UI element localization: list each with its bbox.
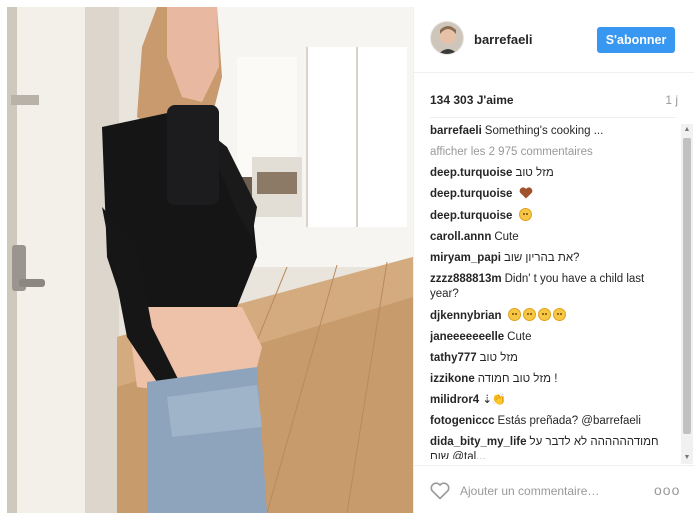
comment-user[interactable]: izzikone [430,373,475,385]
like-heart-icon[interactable] [430,482,450,500]
comment-text: Cute [507,331,532,343]
comments-list[interactable]: barrefaeli Something's cooking ... affich… [430,117,676,459]
comment-item: milidror4 ⇣👏 [430,393,676,408]
comment-user[interactable]: deep.turquoise [430,167,512,179]
comment-user[interactable]: djkennybrian [430,310,502,322]
comment-item: djkennybrian [430,308,676,324]
emoji-icon [522,308,536,321]
post-modal: barrefaeli S'abonner 134 303 J'aime 1 j … [0,0,700,520]
comment-user[interactable]: janeeeeeeelle [430,331,504,343]
follow-button[interactable]: S'abonner [597,27,675,53]
comment-user[interactable]: barrefaeli [430,125,482,137]
comment-user[interactable]: dida_bity_my_life [430,436,527,448]
comments-scrollbar[interactable]: ▲ ▼ [681,124,693,464]
scroll-thumb[interactable] [683,138,691,434]
comment-user[interactable]: tathy777 [430,352,477,364]
post-side-panel: barrefaeli S'abonner 134 303 J'aime 1 j … [413,7,694,513]
post-header: barrefaeli S'abonner [414,7,694,73]
comment-user[interactable]: deep.turquoise [430,210,512,222]
comment-user[interactable]: zzzz888813m [430,273,502,285]
post-photo[interactable] [7,7,413,513]
heart-icon [519,187,533,199]
photo-illustration [7,7,413,513]
likes-count[interactable]: 134 303 J'aime [430,93,514,107]
emoji-icon [552,308,566,321]
caption: barrefaeli Something's cooking ... [430,124,676,139]
comment-text: את בהריון שוב? [503,252,580,264]
emoji-icon [537,308,551,321]
comment-text: מזל טוב [515,167,554,179]
view-all-comments-link[interactable]: afficher les 2 975 commentaires [430,145,676,160]
avatar-image [431,22,463,54]
emoji-icon [518,208,532,221]
post-timestamp[interactable]: 1 j [665,93,678,107]
scroll-down-arrow-icon[interactable]: ▼ [681,452,693,464]
comment-item: deep.turquoise [430,208,676,224]
more-options-button[interactable]: ooo [654,480,679,500]
comment-text: ⇣👏 [482,394,507,406]
comment-user[interactable]: caroll.annn [430,231,491,243]
emoji-icon [507,308,521,321]
likes-row: 134 303 J'aime 1 j [430,93,678,109]
username-link[interactable]: barrefaeli [474,32,533,47]
add-comment-input[interactable] [460,481,640,501]
comment-user[interactable]: miryam_papi [430,252,501,264]
comment-user[interactable]: fotogeniccc [430,415,495,427]
comment-text: Cute [494,231,519,243]
comment-item: deep.turquoise [430,187,676,202]
comment-item: deep.turquoise מזל טוב [430,166,676,181]
comment-item: fotogeniccc Estás preñada? @barrefaeli [430,414,676,429]
comment-text: מזל טוב חמודה ! [477,373,558,385]
comment-item: izzikone מזל טוב חמודה ! [430,372,676,387]
comment-item: zzzz888813m Didn' t you have a child last… [430,272,676,302]
comment-text: Something's cooking ... [484,125,604,137]
comment-item: dida_bity_my_life חמודהההההה לא לדבר על ש… [430,435,676,459]
comment-item: caroll.annn Cute [430,230,676,245]
comment-text: מזל טוב [479,352,518,364]
comment-item: tathy777 מזל טוב [430,351,676,366]
avatar[interactable] [430,21,464,55]
scroll-up-arrow-icon[interactable]: ▲ [681,124,693,136]
comment-item: miryam_papi את בהריון שוב? [430,251,676,266]
post-footer: ooo [414,465,694,513]
comment-text: Estás preñada? @barrefaeli [497,415,641,427]
comment-item: janeeeeeeelle Cute [430,330,676,345]
comment-user[interactable]: deep.turquoise [430,188,512,200]
comment-user[interactable]: milidror4 [430,394,479,406]
